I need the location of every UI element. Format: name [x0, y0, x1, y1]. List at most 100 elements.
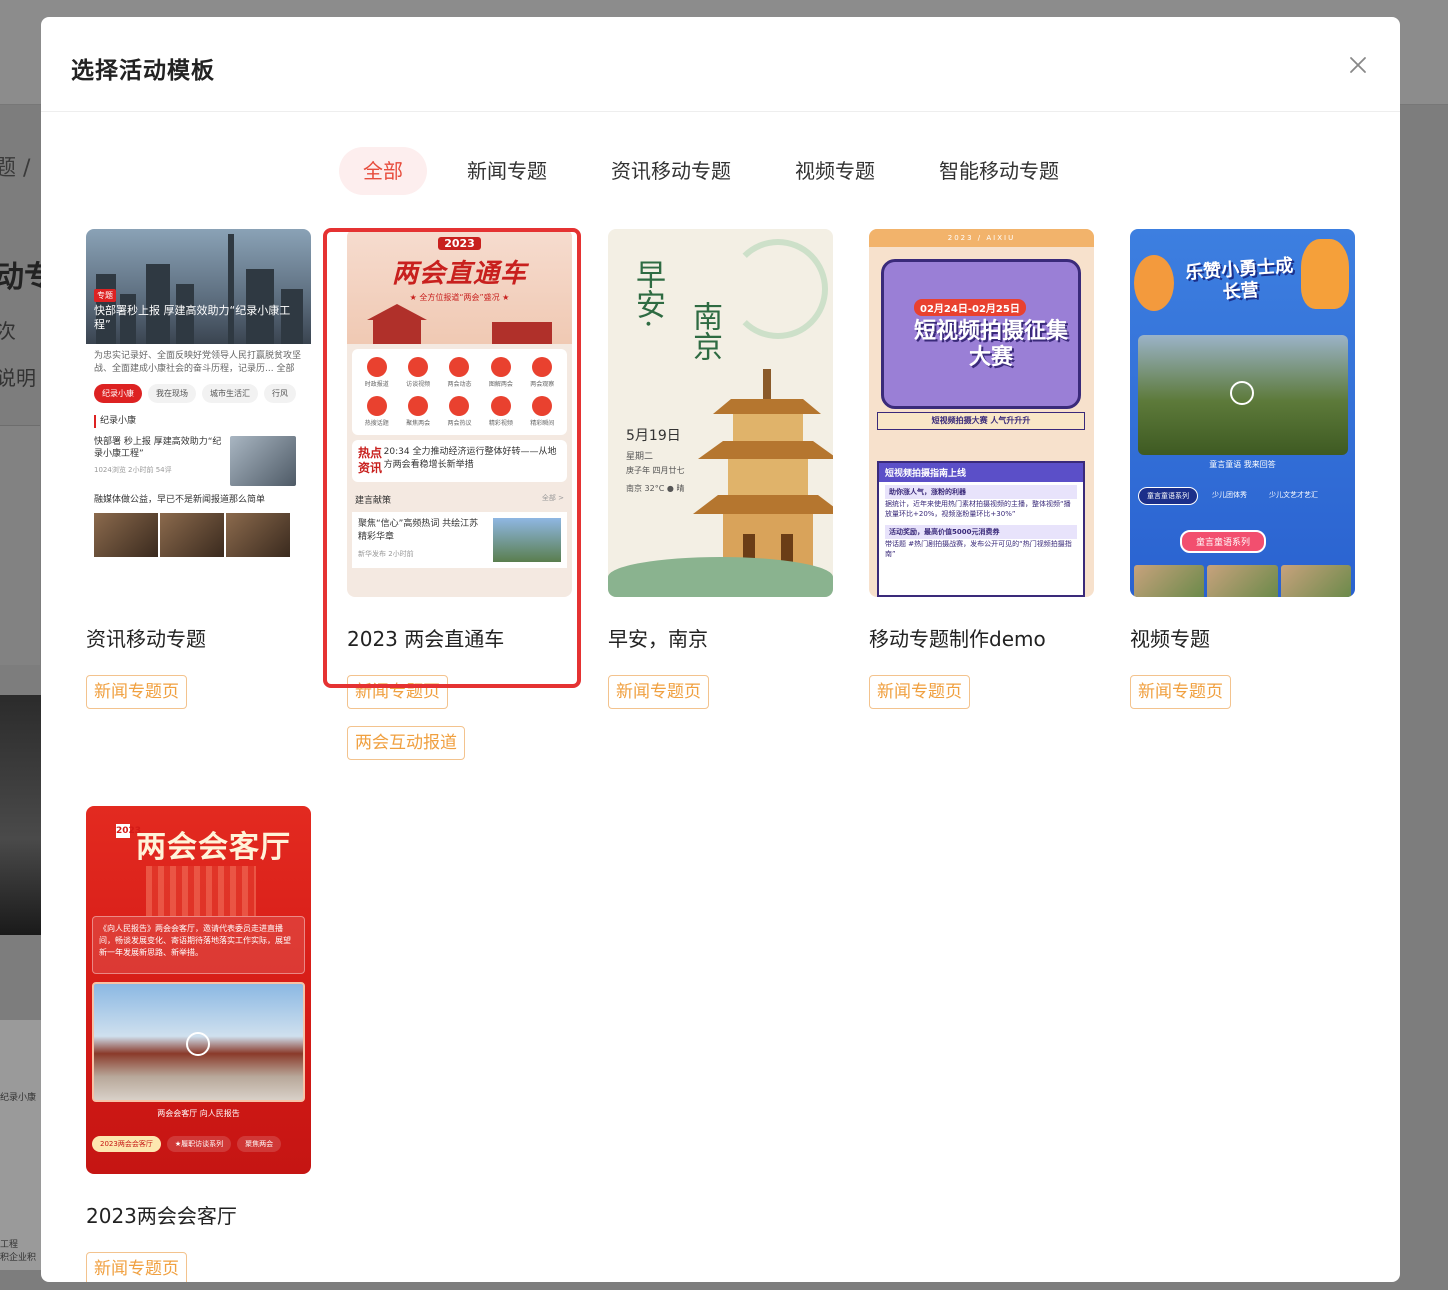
tab-video-topic[interactable]: 视频专题	[771, 147, 899, 195]
hall-illustration	[146, 866, 256, 916]
grid-item-label: 两会观察	[530, 381, 555, 388]
thumbnail-heading: 南京	[687, 301, 722, 361]
thumbnail-year: 2023	[116, 824, 142, 838]
modal-title: 选择活动模板	[71, 58, 215, 84]
thumbnail-lunar-date: 庚子年 四月廿七	[626, 466, 685, 475]
template-thumbnail[interactable]: 早安· 南京 5月19日 星期二 庚子年 四月廿七 南京 32°C ● 晴	[608, 229, 833, 597]
thumbnail-news-image	[230, 436, 296, 486]
grid-item-label: 精彩瞬间	[530, 420, 555, 427]
tab-mobile-info-topic[interactable]: 资讯移动专题	[587, 147, 755, 195]
thumbnail-strip: 2023 / AIXIU	[869, 229, 1094, 247]
grid-item-label: 两会热议	[447, 420, 472, 427]
thumbnail-hot-news: 热点资讯 20:34 全力推动经济运行整体好转——从地方两会看稳增长新举措	[352, 440, 567, 482]
thumbnail-news-image	[493, 518, 561, 562]
template-tag[interactable]: 新闻专题页	[608, 675, 709, 709]
template-select-modal: 选择活动模板 全部 新闻专题 资讯移动专题 视频专题 智能移动专题 专题 快部署…	[41, 17, 1400, 1282]
thumbnail-pill: 城市生活汇	[202, 384, 258, 403]
template-name: 早安，南京	[608, 627, 708, 651]
template-name: 2023 两会直通车	[347, 627, 505, 651]
grid-item-label: 精彩视频	[488, 420, 513, 427]
thumbnail-heading: 早安·	[630, 259, 665, 329]
thumbnail-news-title: 快部署 秒上报 厚建高效助力“纪录小康工程”	[94, 437, 222, 459]
thumbnail-pill: 聚焦两会	[237, 1136, 282, 1152]
modal-header: 选择活动模板	[41, 17, 1400, 112]
thumbnail-icon-grid: 时政报道 访谈视频 两会动态 图解两会 两会观察 热搜话题 聚焦两会 两会热议 …	[352, 349, 567, 435]
grid-item-label: 热搜话题	[364, 420, 389, 427]
thumbnail-section-more: 全部 >	[541, 494, 564, 502]
panel-heading: 短视频拍摄指南上线	[879, 463, 1083, 482]
background-breadcrumb: 题 /	[0, 156, 31, 181]
tab-news-topic[interactable]: 新闻专题	[443, 147, 571, 195]
thumbnail-photo-row	[1130, 565, 1355, 597]
thumbnail-pill: 纪录小康	[94, 384, 142, 403]
hot-text: 20:34 全力推动经济运行整体好转——从地方两会看稳增长新举措	[383, 447, 557, 470]
grid-item-label: 图解两会	[488, 381, 513, 388]
background-text: 次	[0, 319, 16, 343]
grid-item-label: 聚焦两会	[406, 420, 431, 427]
tab-smart-mobile-topic[interactable]: 智能移动专题	[915, 147, 1083, 195]
background-text: 工程	[0, 1240, 19, 1250]
background-image	[0, 1020, 42, 1270]
template-card-two-sessions-lounge[interactable]: 2023 两会会客厅 《向人民报告》两会会客厅，邀请代表委员走进直播间，畅谈发展…	[86, 806, 311, 1282]
background-text: 积企业积	[0, 1253, 37, 1263]
gate-illustration	[367, 304, 427, 344]
bear-mascot-illustration	[1134, 255, 1174, 311]
thumbnail-news-title: 融媒体做公益，早已不是新闻报道那么简单	[94, 495, 266, 505]
thumbnail-news-meta: 1024浏览 2小时前 54评	[94, 466, 172, 474]
background-image	[0, 695, 42, 935]
template-name: 2023两会会客厅	[86, 1204, 237, 1228]
template-thumbnail[interactable]: 2023 / AIXIU 02月24日-02月25日 短视频拍摄征集大赛 短视频…	[869, 229, 1094, 597]
template-thumbnail[interactable]: 2023 两会会客厅 《向人民报告》两会会客厅，邀请代表委员走进直播间，畅谈发展…	[86, 806, 311, 1174]
template-tag[interactable]: 新闻专题页	[86, 675, 187, 709]
thumbnail-summary: 为忠实记录好、全面反映好党领导人民打赢脱贫攻坚战、全面建成小康社会的奋斗历程，记…	[94, 351, 302, 374]
template-tag[interactable]: 两会互动报道	[347, 726, 465, 760]
building-illustration	[492, 322, 552, 344]
play-icon	[1230, 381, 1254, 405]
thumbnail-title: 两会直通车	[391, 259, 527, 289]
panel-row-text: 带话题 #热门剧拍摄战赛，发布公开可见的“热门视频拍摄指南”	[885, 540, 1072, 558]
template-thumbnail[interactable]: 专题 快部署秒上报 厚建高效助力“纪录小康工程” 为忠实记录好、全面反映好党领导…	[86, 229, 311, 597]
template-tag[interactable]: 新闻专题页	[86, 1252, 187, 1282]
thumbnail-photo-row	[94, 513, 303, 557]
tab-all[interactable]: 全部	[339, 147, 427, 195]
thumbnail-city-photo: 专题 快部署秒上报 厚建高效助力“纪录小康工程”	[86, 229, 311, 344]
panel-row-title: 活动奖励，最高价值5000元消费券	[885, 525, 1077, 539]
thumbnail-date: 02月24日-02月25日	[914, 299, 1026, 316]
template-tag[interactable]: 新闻专题页	[347, 675, 448, 709]
tiger-mascot-illustration	[1301, 239, 1349, 309]
close-icon[interactable]	[1346, 53, 1370, 77]
thumbnail-pill: 行风	[264, 384, 296, 403]
thumbnail-caption: 快部署秒上报 厚建高效助力“纪录小康工程”	[94, 304, 291, 331]
thumbnail-weekday: 星期二	[626, 452, 654, 462]
template-card-video-topic[interactable]: 乐赞小勇士成长营 童言童语 我来回答 童言童语系列 少儿团体秀 少儿文艺才艺汇 …	[1130, 229, 1355, 709]
thumbnail-pill: 我在现场	[148, 384, 196, 403]
thumbnail-section-title: 建言献策	[355, 496, 392, 506]
template-card-two-sessions-express[interactable]: 2023 两会直通车 ★ 全方位报道“两会”盛况 ★ 时政报道 访谈视频 两会动…	[347, 229, 572, 760]
background-text: 纪录小康	[0, 1093, 37, 1103]
thumbnail-badge: 专题	[94, 289, 116, 302]
template-tag[interactable]: 新闻专题页	[1130, 675, 1231, 709]
hot-label: 热点资讯	[358, 446, 383, 475]
thumbnail-bar: 短视频拍摄大赛 人气升升升	[877, 412, 1085, 430]
grid-item-label: 两会动态	[447, 381, 472, 388]
thumbnail-year: 2023	[438, 237, 481, 250]
thumbnail-pill: 童言童语系列	[1138, 487, 1198, 505]
category-tabs: 全部 新闻专题 资讯移动专题 视频专题 智能移动专题	[339, 147, 1099, 195]
template-card-good-morning-nanjing[interactable]: 早安· 南京 5月19日 星期二 庚子年 四月廿七 南京 32°C ● 晴 早安…	[608, 229, 833, 709]
template-thumbnail[interactable]: 乐赞小勇士成长营 童言童语 我来回答 童言童语系列 少儿团体秀 少儿文艺才艺汇 …	[1130, 229, 1355, 597]
template-card-mobile-demo[interactable]: 2023 / AIXIU 02月24日-02月25日 短视频拍摄征集大赛 短视频…	[869, 229, 1094, 709]
thumbnail-subtitle: ★ 全方位报道“两会”盛况 ★	[409, 293, 510, 302]
template-name: 资讯移动专题	[86, 627, 206, 651]
template-card-info-mobile[interactable]: 专题 快部署秒上报 厚建高效助力“纪录小康工程” 为忠实记录好、全面反映好党领导…	[86, 229, 311, 709]
thumbnail-date: 5月19日	[626, 428, 681, 444]
thumbnail-title: 两会会客厅	[136, 830, 291, 865]
thumbnail-news-meta: 新华发布 2小时前	[358, 550, 414, 558]
thumbnail-news-title: 聚焦“信心”高频热词 共绘江苏精彩华章	[358, 519, 479, 542]
thumbnail-title: 乐赞小勇士成长营	[1184, 255, 1294, 304]
grid-item-label: 时政报道	[364, 381, 389, 388]
template-tag[interactable]: 新闻专题页	[869, 675, 970, 709]
template-name: 移动专题制作demo	[869, 627, 1046, 651]
decorative-swirl	[728, 239, 828, 339]
play-icon	[186, 1032, 210, 1056]
template-thumbnail[interactable]: 2023 两会直通车 ★ 全方位报道“两会”盛况 ★ 时政报道 访谈视频 两会动…	[347, 229, 572, 597]
